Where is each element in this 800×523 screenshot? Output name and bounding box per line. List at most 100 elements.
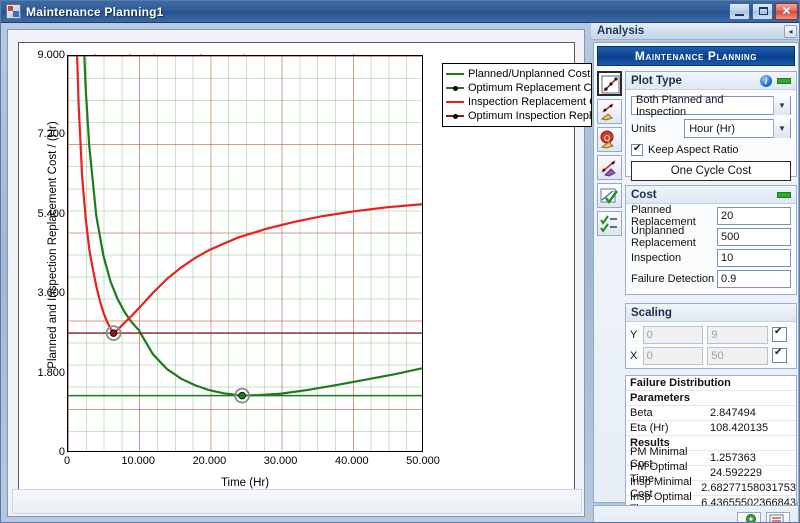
info-icon[interactable]: i [760, 74, 772, 87]
legend-item[interactable]: Optimum Replacement Cost Tar [445, 81, 591, 95]
parameters-title-text: Parameters [630, 392, 690, 404]
settings-button[interactable] [737, 512, 761, 522]
plot-type-row: Both Planned and Inspection ▼ [631, 93, 791, 118]
legend-label: Optimum Replacement Cost Tar [468, 82, 592, 94]
y-axis-ticks: 0 1.800 3.600 5.400 7.200 9.000 [19, 49, 65, 458]
legend-label: Planned/Unplanned Cost vs. Ti [468, 68, 591, 80]
y-tick-label: 5.400 [37, 207, 65, 220]
quick-calculation-pad-tool-icon[interactable]: Q [597, 127, 622, 152]
document-pane: Planned and Inspection Replacement Cost … [7, 29, 592, 517]
legend-item[interactable]: Planned/Unplanned Cost vs. Ti [445, 67, 591, 81]
scaling-row: Y09 [630, 325, 792, 344]
result-value: 108.420135 [710, 422, 769, 434]
plot-type-header: Plot Type i [626, 72, 796, 90]
minimize-icon [735, 14, 744, 16]
keep-aspect-ratio-label: Keep Aspect Ratio [648, 143, 739, 156]
x-tick-label: 0 [63, 455, 71, 467]
y-tick-label: 3.600 [37, 287, 65, 300]
options-tool-icon[interactable] [597, 211, 622, 236]
legend-label: Optimum Inspection Replaceme [468, 110, 592, 122]
cost-input[interactable]: 500 [717, 228, 791, 246]
panel-bottom-bar [593, 505, 799, 522]
maximize-button[interactable] [752, 3, 773, 20]
y-tick-label: 9.000 [37, 49, 65, 61]
scaling-max-input[interactable]: 50 [707, 346, 768, 365]
collapse-panel-button[interactable]: ◂ [784, 25, 797, 38]
cost-rows: Planned Replacement 20 Unplanned Replaceme… [626, 204, 796, 288]
legend-swatch [445, 96, 465, 108]
result-value: 2.68277158031753 [701, 482, 796, 494]
result-value: 2.847494 [710, 407, 756, 419]
tool-icon-strip: Q [597, 71, 623, 239]
x-axis-label: Time (Hr) [220, 477, 270, 489]
status-bar-indicator [777, 191, 791, 198]
failure-distribution-title: Failure Distribution [626, 376, 796, 391]
scaling-header: Scaling [626, 304, 796, 322]
plot-type-group: Plot Type i Both Planned and Inspection … [625, 71, 797, 181]
cost-row: Planned Replacement 20 [631, 204, 791, 228]
legend-item[interactable]: Optimum Inspection Replaceme [445, 109, 591, 123]
cost-row: Unplanned Replacement 500 [631, 225, 791, 249]
check-plot-tool-icon[interactable] [597, 183, 622, 208]
x-tick-label: 30.000 [263, 455, 298, 467]
units-label: Units [631, 122, 657, 135]
plot-type-select[interactable]: Both Planned and Inspection ▼ [631, 93, 791, 118]
plot-tool-icon[interactable] [597, 71, 622, 96]
units-select[interactable]: Hour (Hr) ▼ [684, 119, 791, 138]
scaling-max-input[interactable]: 9 [707, 325, 768, 344]
module-title: Maintenance Planning [597, 46, 795, 66]
cost-input[interactable]: 20 [717, 207, 791, 225]
analysis-panel-body: Maintenance Planning Q Plot Type i Both … [593, 42, 799, 522]
close-icon: ✕ [781, 5, 792, 17]
maximize-icon [759, 7, 768, 15]
units-value: Hour (Hr) [689, 122, 736, 135]
plot-type-value: Both Planned and Inspection [636, 93, 724, 118]
keep-aspect-ratio-row[interactable]: Keep Aspect Ratio [631, 142, 791, 157]
failure-distribution-title-text: Failure Distribution [630, 377, 731, 389]
cost-input[interactable]: 10 [717, 249, 791, 267]
scaling-rows: Y09 X050 [626, 325, 796, 365]
series-line [72, 56, 422, 333]
scaling-row: X 0 50 [630, 346, 792, 365]
chevron-down-icon[interactable]: ▼ [773, 96, 790, 115]
x-axis-ticks: 0 10.000 20.000 30.000 40.000 50.000 [64, 455, 440, 471]
cost-row: Failure Detection 0.9 [631, 270, 791, 288]
scaling-min-input[interactable]: 0 [642, 346, 704, 365]
analysis-header: Analysis ◂ [591, 23, 799, 40]
chart-curves [68, 56, 422, 404]
scaling-min-input[interactable]: 0 [642, 325, 704, 344]
optimum-marker[interactable] [105, 325, 122, 341]
y-tick-label: 1.800 [37, 366, 65, 379]
cost-group: Cost Planned Replacement 20 Unplanned Repl… [625, 185, 797, 295]
analysis-title: Analysis [597, 25, 645, 37]
keep-aspect-ratio-checkbox[interactable] [631, 143, 643, 156]
window-buttons: ✕ [729, 3, 798, 20]
legend-swatch [445, 110, 465, 122]
legend-swatch [445, 68, 465, 80]
minimize-button[interactable] [729, 3, 750, 20]
close-button[interactable]: ✕ [775, 3, 798, 20]
plot-setup-tool-icon[interactable] [597, 155, 622, 180]
scaling-auto-checkbox[interactable] [771, 326, 787, 342]
scaling-axis-label: X [630, 349, 638, 362]
x-tick-label: 40.000 [334, 455, 369, 467]
parameters-title: Parameters [626, 391, 796, 406]
result-value: 24.592229 [710, 467, 762, 479]
optimum-marker[interactable] [234, 387, 250, 404]
report-button[interactable] [766, 512, 790, 522]
cost-title: Cost [631, 188, 657, 201]
chart-legend: Planned/Unplanned Cost vs. Ti Optimum Rep… [442, 63, 592, 127]
document-status-strip [12, 489, 582, 514]
x-tick-label: 20.000 [192, 455, 227, 467]
status-bar-indicator [777, 77, 791, 84]
plot-area[interactable] [67, 55, 423, 452]
results-table: Failure Distribution Parameters Beta 2.8474… [625, 375, 797, 522]
one-cycle-cost-button[interactable]: One Cycle Cost [631, 161, 791, 181]
calculate-tool-icon[interactable] [597, 99, 622, 124]
chevron-down-icon[interactable]: ▼ [773, 119, 790, 138]
scaling-title: Scaling [631, 306, 672, 319]
cost-label: Unplanned Replacement [631, 225, 696, 249]
legend-item[interactable]: Inspection Replacement Cost vs [445, 95, 591, 109]
cost-input[interactable]: 0.9 [717, 270, 791, 288]
scaling-auto-checkbox[interactable] [771, 347, 787, 363]
